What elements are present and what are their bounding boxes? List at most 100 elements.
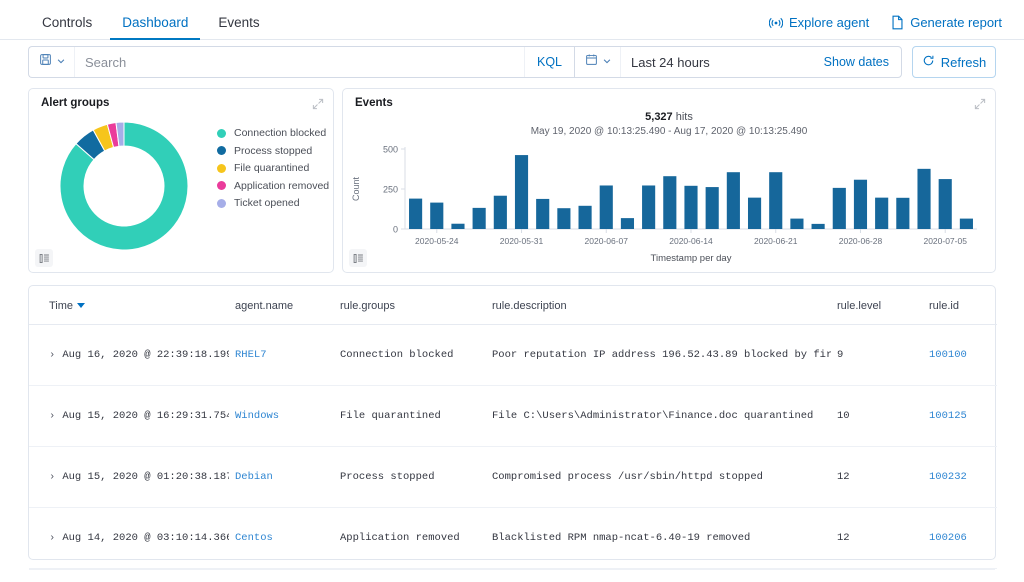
table-row[interactable]: › Aug 16, 2020 @ 22:39:18.199 RHEL7 Connect…: [29, 324, 997, 386]
column-label: Time: [49, 300, 74, 312]
legend-label: Process stopped: [234, 144, 313, 157]
histogram-bar[interactable]: [747, 197, 762, 229]
events-panel: Events 5,327 hits May 19, 2020 @ 10:13:2…: [342, 88, 1024, 273]
column-header-rule-groups[interactable]: rule.groups: [334, 286, 486, 325]
tab-events[interactable]: Events: [206, 15, 271, 41]
refresh-label: Refresh: [940, 54, 987, 70]
column-header-rule-description[interactable]: rule.description: [486, 286, 831, 325]
histogram-bar[interactable]: [769, 172, 783, 229]
histogram-bar[interactable]: [726, 172, 740, 229]
x-tick-label: 2020-05-24: [415, 236, 459, 246]
alert-groups-donut-chart: [39, 111, 209, 266]
cell-rule-level: 10: [831, 385, 923, 447]
rule-id-link[interactable]: 100232: [929, 471, 967, 483]
legend-item[interactable]: Connection blocked: [217, 127, 329, 139]
cell-agent-name: Windows: [229, 385, 334, 447]
histogram-bar[interactable]: [514, 155, 529, 229]
show-dates-button[interactable]: Show dates: [812, 55, 901, 69]
cell-time-value: Aug 16, 2020 @ 22:39:18.199: [62, 349, 229, 361]
histogram-bar[interactable]: [451, 223, 465, 229]
generate-report-button[interactable]: Generate report: [891, 15, 1002, 30]
legend-item[interactable]: Ticket opened: [217, 197, 329, 209]
agent-name-link[interactable]: RHEL7: [235, 349, 267, 361]
date-quick-select-button[interactable]: [575, 47, 621, 77]
cell-agent-name: Debian: [229, 446, 334, 508]
histogram-bar[interactable]: [875, 197, 889, 229]
histogram-bar[interactable]: [917, 168, 931, 229]
agent-name-link[interactable]: Centos: [235, 532, 273, 544]
histogram-bar[interactable]: [620, 218, 635, 229]
search-container: KQL: [28, 46, 574, 78]
row-expand-icon[interactable]: ›: [49, 532, 55, 544]
document-icon: [891, 15, 904, 30]
agent-name-link[interactable]: Windows: [235, 410, 279, 422]
inspect-icon[interactable]: [349, 249, 367, 267]
date-picker-container: Last 24 hours Show dates: [574, 46, 902, 78]
y-axis-title: Count: [351, 177, 361, 202]
x-tick-label: 2020-06-28: [839, 236, 883, 246]
histogram-bar[interactable]: [832, 187, 846, 229]
histogram-bar[interactable]: [938, 179, 952, 229]
column-header-time[interactable]: Time: [29, 286, 229, 325]
histogram-bar[interactable]: [959, 218, 973, 229]
table-row[interactable]: › Aug 14, 2020 @ 03:10:14.366 Centos Applic…: [29, 507, 997, 569]
calendar-icon: [585, 53, 598, 71]
rule-id-link[interactable]: 100100: [929, 349, 967, 361]
column-header-rule-level[interactable]: rule.level: [831, 286, 923, 325]
table-row[interactable]: › Aug 15, 2020 @ 16:29:31.754 Windows File …: [29, 385, 997, 447]
alert-groups-legend: Connection blocked Process stopped File …: [217, 127, 329, 209]
histogram-bar[interactable]: [599, 185, 613, 229]
histogram-bar[interactable]: [536, 198, 550, 229]
histogram-bar[interactable]: [409, 198, 423, 229]
histogram-bar[interactable]: [472, 207, 486, 229]
refresh-button[interactable]: Refresh: [912, 46, 996, 78]
histogram-bar[interactable]: [642, 185, 656, 229]
tab-controls[interactable]: Controls: [30, 15, 104, 41]
column-header-agent-name[interactable]: agent.name: [229, 286, 334, 325]
row-expand-icon[interactable]: ›: [49, 471, 55, 483]
tab-dashboard[interactable]: Dashboard: [110, 15, 201, 40]
histogram-bar[interactable]: [430, 202, 444, 229]
hits-number: 5,327: [645, 111, 673, 123]
explore-agent-button[interactable]: Explore agent: [768, 16, 869, 30]
histogram-bar[interactable]: [896, 197, 910, 229]
histogram-bar[interactable]: [578, 205, 592, 229]
histogram-bar[interactable]: [705, 187, 719, 229]
column-header-rule-id[interactable]: rule.id: [923, 286, 997, 325]
rule-id-link[interactable]: 100125: [929, 410, 967, 422]
histogram-bar[interactable]: [853, 179, 868, 229]
x-tick-label: 2020-07-05: [923, 236, 967, 246]
events-table-panel: Time agent.name rule.groups rule.descrip…: [28, 285, 997, 570]
legend-item[interactable]: Process stopped: [217, 145, 329, 157]
cell-rule-groups: Application removed: [334, 507, 486, 569]
histogram-bar[interactable]: [790, 218, 804, 229]
histogram-bar[interactable]: [684, 185, 698, 229]
search-input[interactable]: [75, 54, 524, 70]
histogram-bar[interactable]: [557, 208, 571, 229]
table-row[interactable]: › Aug 15, 2020 @ 01:20:38.187 Debian Proces…: [29, 446, 997, 508]
cell-rule-groups: Connection blocked: [334, 324, 486, 386]
histogram-bar[interactable]: [493, 195, 507, 229]
histogram-bar[interactable]: [663, 176, 677, 229]
x-tick-label: 2020-05-31: [500, 236, 544, 246]
query-language-button[interactable]: KQL: [523, 47, 574, 77]
cell-rule-level: 9: [831, 324, 923, 386]
broadcast-icon: [768, 16, 783, 30]
legend-item[interactable]: File quarantined: [217, 162, 329, 174]
histogram-bar[interactable]: [811, 223, 825, 229]
row-expand-icon[interactable]: ›: [49, 410, 55, 422]
rule-id-link[interactable]: 100206: [929, 532, 967, 544]
inspect-icon[interactable]: [35, 249, 53, 267]
agent-name-link[interactable]: Debian: [235, 471, 273, 483]
legend-item[interactable]: Application removed: [217, 180, 329, 192]
alert-groups-panel: Alert groups Connection blocked Process …: [28, 88, 334, 273]
events-table: Time agent.name rule.groups rule.descrip…: [29, 286, 997, 569]
expand-icon[interactable]: [312, 97, 324, 115]
legend-color-dot: [217, 198, 226, 208]
date-range-display[interactable]: Last 24 hours: [621, 55, 812, 70]
events-hit-count: 5,327 hits: [343, 111, 995, 123]
row-expand-icon[interactable]: ›: [49, 349, 55, 361]
saved-query-button[interactable]: [29, 47, 75, 77]
chevron-down-icon: [602, 53, 612, 71]
sort-descending-icon: [77, 302, 86, 308]
